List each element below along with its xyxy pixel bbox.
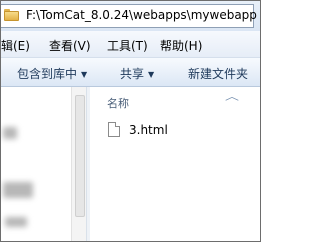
address-path[interactable]: F:\TomCat_8.0.24\webapps\mywebapp — [26, 8, 257, 22]
share-button[interactable]: 共享 ▼ — [120, 65, 154, 82]
explorer-window: F:\TomCat_8.0.24\webapps\mywebapp 编辑(E) … — [0, 0, 261, 242]
include-in-library-button[interactable]: 包含到库中 ▼ — [17, 65, 87, 82]
column-header-name[interactable]: 名称 ︿ — [93, 89, 260, 111]
nav-scrollbar[interactable] — [71, 87, 87, 241]
address-bar[interactable]: F:\TomCat_8.0.24\webapps\mywebapp — [1, 4, 257, 28]
file-list-item[interactable]: 3.html — [108, 122, 248, 142]
html-file-icon — [108, 122, 120, 137]
blurred-nav-item — [5, 217, 27, 227]
blurred-nav-item — [3, 127, 17, 139]
folder-icon — [4, 9, 19, 21]
menu-edit[interactable]: 编辑(E) — [1, 37, 30, 54]
menu-help[interactable]: 帮助(H) — [160, 37, 202, 54]
menu-view[interactable]: 查看(V) — [49, 37, 91, 54]
include-in-library-label: 包含到库中 — [17, 67, 78, 81]
file-name: 3.html — [129, 123, 168, 137]
column-header-label: 名称 — [107, 97, 129, 110]
new-folder-button[interactable]: 新建文件夹 — [188, 65, 248, 82]
dropdown-arrow-icon: ▼ — [81, 70, 88, 79]
address-bar-row: F:\TomCat_8.0.24\webapps\mywebapp — [1, 1, 260, 31]
nav-scrollbar-thumb[interactable] — [75, 95, 85, 217]
dropdown-arrow-icon: ▼ — [148, 70, 155, 79]
command-bar: 包含到库中 ▼ 共享 ▼ 新建文件夹 — [1, 58, 260, 87]
menu-bar: 编辑(E) 查看(V) 工具(T) 帮助(H) — [1, 31, 260, 58]
share-label: 共享 — [120, 67, 145, 81]
blurred-nav-item — [3, 182, 33, 198]
pane-splitter[interactable] — [86, 87, 90, 241]
menu-tools[interactable]: 工具(T) — [107, 37, 148, 54]
sort-ascending-icon: ︿ — [225, 92, 239, 103]
